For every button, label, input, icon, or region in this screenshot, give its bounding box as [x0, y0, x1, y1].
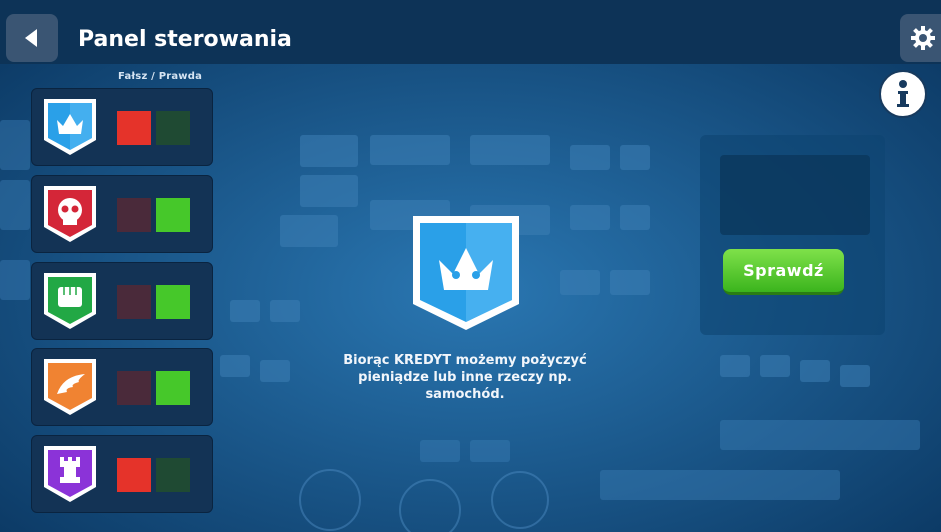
- column-header-false-true: Fałsz / Prawda: [118, 71, 203, 82]
- info-button[interactable]: [879, 70, 927, 118]
- true-toggle[interactable]: [156, 111, 190, 145]
- category-badge: [41, 270, 99, 332]
- category-badge: [41, 356, 99, 418]
- info-icon: [897, 80, 909, 107]
- true-toggle[interactable]: [156, 458, 190, 492]
- gear-icon: [911, 26, 935, 50]
- category-row: [31, 262, 213, 340]
- arrow-left-icon: [25, 29, 37, 47]
- crown-icon: [44, 99, 96, 155]
- false-toggle[interactable]: [117, 285, 151, 319]
- tower-icon: [44, 446, 96, 502]
- true-toggle[interactable]: [156, 198, 190, 232]
- skull-icon: [44, 186, 96, 242]
- page-title: Panel sterowania: [78, 27, 292, 52]
- question-category-badge: [409, 212, 523, 334]
- false-toggle[interactable]: [117, 111, 151, 145]
- wing-icon: [44, 359, 96, 415]
- false-toggle[interactable]: [117, 198, 151, 232]
- crown-icon: [413, 216, 519, 330]
- settings-button[interactable]: [900, 14, 941, 62]
- fist-icon: [44, 273, 96, 329]
- category-row: [31, 348, 213, 426]
- category-row: [31, 175, 213, 253]
- category-badge: [41, 96, 99, 158]
- back-button[interactable]: [6, 14, 58, 62]
- category-row: [31, 435, 213, 513]
- category-badge: [41, 443, 99, 505]
- true-toggle[interactable]: [156, 285, 190, 319]
- true-toggle[interactable]: [156, 371, 190, 405]
- false-toggle[interactable]: [117, 371, 151, 405]
- question-text: Biorąc KREDYT możemy pożyczyć pieniądze …: [343, 353, 587, 402]
- check-button[interactable]: Sprawdź: [723, 249, 844, 295]
- category-row: [31, 88, 213, 166]
- false-toggle[interactable]: [117, 458, 151, 492]
- category-badge: [41, 183, 99, 245]
